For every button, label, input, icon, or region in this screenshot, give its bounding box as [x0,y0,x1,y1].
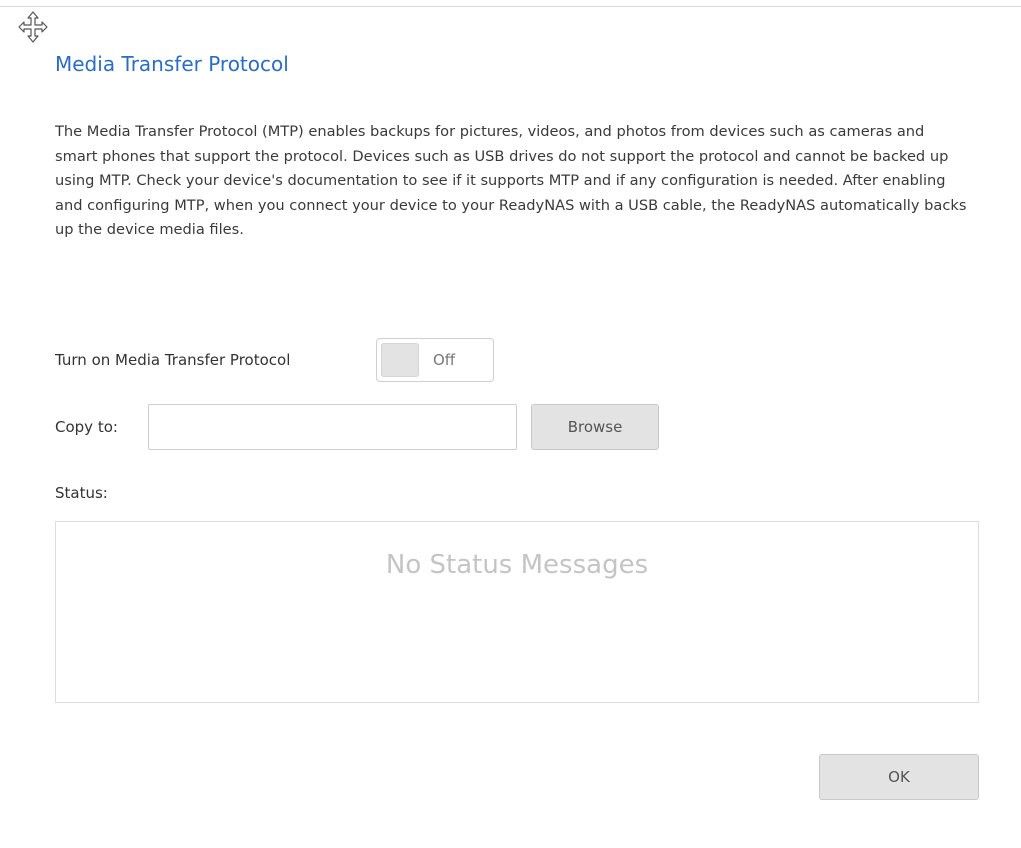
move-arrows-icon[interactable] [18,10,48,44]
status-empty-message: No Status Messages [385,550,649,580]
copy-to-label: Copy to: [55,418,118,436]
copy-to-input[interactable] [148,404,517,450]
mtp-toggle-label: Turn on Media Transfer Protocol [55,351,291,369]
status-messages-box: No Status Messages [55,521,979,703]
dialog-description: The Media Transfer Protocol (MTP) enable… [55,123,967,239]
browse-button[interactable]: Browse [531,404,659,450]
ok-button[interactable]: OK [819,754,979,800]
dialog-title: Media Transfer Protocol [55,52,289,76]
dialog-top-border [0,6,1021,7]
status-label: Status: [55,484,108,502]
toggle-knob [381,343,419,377]
toggle-state-text: Off [433,351,456,369]
mtp-toggle[interactable]: Off [376,338,494,382]
mtp-dialog: Media Transfer Protocol The Media Transf… [0,0,1021,848]
